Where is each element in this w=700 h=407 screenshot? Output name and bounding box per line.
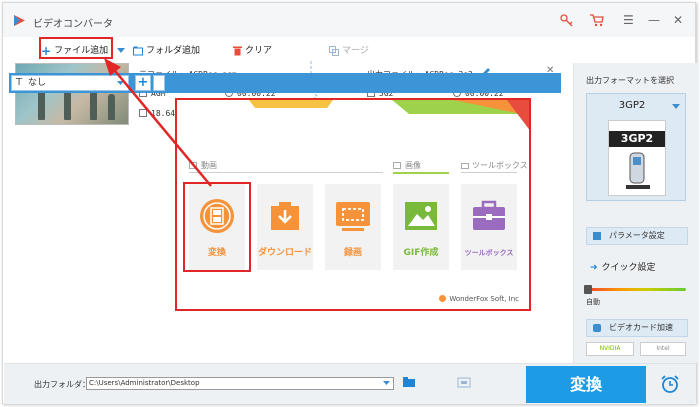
cart-icon[interactable] [589, 13, 605, 27]
download-tile[interactable]: ダウンロード [257, 184, 313, 270]
alarm-clock-icon[interactable] [660, 374, 680, 394]
merge-icon [329, 45, 339, 56]
category-image: 画像 [393, 160, 421, 171]
title-bar: ビデオコンバータ ☰ — ✕ [3, 3, 695, 37]
convert-tile-highlight [183, 182, 251, 272]
copyright: WonderFox Soft, Inc [439, 295, 519, 303]
clear-button[interactable]: クリア [233, 43, 272, 56]
merge-button[interactable]: マージ [329, 43, 369, 56]
minimize-icon[interactable]: — [648, 13, 660, 27]
image-icon [405, 202, 437, 230]
merge-label: マージ [342, 46, 369, 56]
app-window: ビデオコンバータ ☰ — ✕ + ファイル追加 フォルダ追加 クリア マージ ✕… [2, 2, 699, 404]
quality-slider[interactable] [584, 285, 686, 294]
app-title: ビデオコンバータ [33, 19, 113, 30]
add-file-dropdown-icon[interactable] [117, 48, 125, 53]
chevron-down-icon[interactable] [383, 381, 390, 385]
clear-label: クリア [245, 46, 273, 56]
format-selector[interactable]: 3GP2 3GP2 [586, 93, 686, 201]
record-tile-label: 録画 [343, 248, 362, 258]
chevron-down-icon [117, 81, 124, 85]
image-category-line [393, 172, 449, 174]
gpu-accel-button[interactable]: ビデオカード加速 [586, 319, 688, 337]
download-tile-label: ダウンロード [257, 248, 312, 258]
key-icon[interactable] [559, 13, 575, 27]
video-category-line [189, 172, 383, 173]
app-logo-icon [14, 15, 25, 26]
phone-icon [626, 152, 650, 189]
audio-track-button[interactable] [153, 75, 165, 91]
record-tile[interactable]: 録画 [325, 184, 381, 270]
output-format-title: 出力フォーマットを選択 [586, 76, 674, 85]
category-video: 動画 [189, 160, 217, 171]
intel-badge[interactable]: Intel [640, 342, 686, 356]
add-file-highlight [39, 37, 113, 59]
gif-tile[interactable]: GIF作成 [393, 184, 449, 270]
bottom-bar: 出力フォルダ： C:\Users\Administrator\Desktop 変… [4, 363, 696, 404]
screen-record-icon [336, 202, 370, 231]
parameter-settings-button[interactable]: パラメータ設定 [586, 227, 688, 245]
gpu-icon [593, 324, 601, 332]
format-name: 3GP2 [618, 100, 646, 111]
format-badge-text: 3GP2 [609, 131, 665, 147]
add-folder-button[interactable]: フォルダ追加 [133, 43, 200, 56]
convert-button[interactable]: 変換 [526, 366, 646, 403]
category-toolbox: ツールボックス [461, 160, 528, 171]
arrow-right-icon: ➜ [590, 263, 598, 273]
close-icon[interactable]: ✕ [673, 13, 683, 27]
subtitle-value: なし [28, 78, 47, 88]
toolbox-icon [473, 200, 505, 230]
subtitle-select[interactable]: T なし [11, 75, 129, 91]
output-path-field[interactable]: C:\Users\Administrator\Desktop [86, 377, 394, 390]
toolbox-tile-label: ツールボックス [464, 249, 514, 257]
output-path-value: C:\Users\Administrator\Desktop [89, 379, 200, 387]
queue-icon[interactable] [457, 376, 471, 388]
menu-icon[interactable]: ☰ [623, 13, 634, 27]
source-size: 18.64 [139, 109, 175, 118]
nvidia-badge[interactable]: NVIDIA [586, 342, 634, 356]
slider-knob[interactable] [584, 285, 592, 294]
toolbox-category-line [461, 172, 517, 173]
auto-label: 自動 [586, 298, 600, 306]
toolbox-tile[interactable]: ツールボックス [461, 184, 517, 270]
quick-settings-label: ➜ クイック設定 [590, 263, 656, 273]
open-folder-icon[interactable] [402, 376, 416, 388]
text-icon: T [16, 77, 23, 88]
settings-icon [593, 232, 601, 240]
add-subtitle-button[interactable]: + [135, 75, 151, 91]
chevron-down-icon [672, 104, 680, 109]
output-folder-label: 出力フォルダ： [34, 380, 90, 389]
right-panel: 出力フォーマットを選択 3GP2 3GP2 パラメータ設定 ➜ クイック設定 自動 [573, 63, 699, 363]
gif-tile-label: GIF作成 [403, 248, 439, 258]
popup-decoration [249, 100, 529, 130]
download-icon [271, 202, 299, 230]
format-badge-icon: 3GP2 [608, 120, 666, 196]
add-folder-label: フォルダ追加 [146, 46, 201, 56]
trash-icon [233, 46, 242, 55]
folder-icon [133, 46, 143, 55]
